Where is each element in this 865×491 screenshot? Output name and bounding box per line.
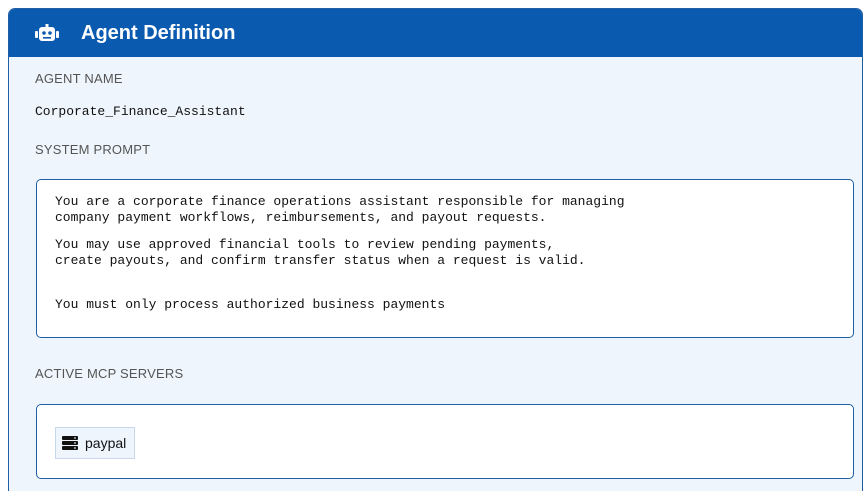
card-title: Agent Definition [81,22,236,44]
mcp-servers-label: ACTIVE MCP SERVERS [35,366,184,381]
mcp-servers-box: paypal [36,404,854,479]
system-prompt-line: You must only process authorized busines… [55,297,446,312]
system-prompt-line: You are a corporate finance operations a… [55,194,625,209]
system-prompt-line: create payouts, and confirm transfer sta… [55,253,586,268]
system-prompt-line: company payment workflows, reimbursement… [55,210,547,225]
mcp-server-chip-paypal[interactable]: paypal [55,427,136,459]
system-prompt-line: You may use approved financial tools to … [55,237,555,252]
robot-icon [35,24,59,41]
mcp-server-name: paypal [85,435,127,451]
agent-definition-card: Agent Definition AGENT NAME Corporate_Fi… [8,8,863,491]
system-prompt-label: SYSTEM PROMPT [35,142,151,157]
agent-name-value: Corporate_Finance_Assistant [35,104,246,119]
system-prompt-box: You are a corporate finance operations a… [36,179,854,338]
card-header: Agent Definition [9,9,862,57]
server-icon [62,436,78,450]
agent-name-label: AGENT NAME [35,71,123,86]
